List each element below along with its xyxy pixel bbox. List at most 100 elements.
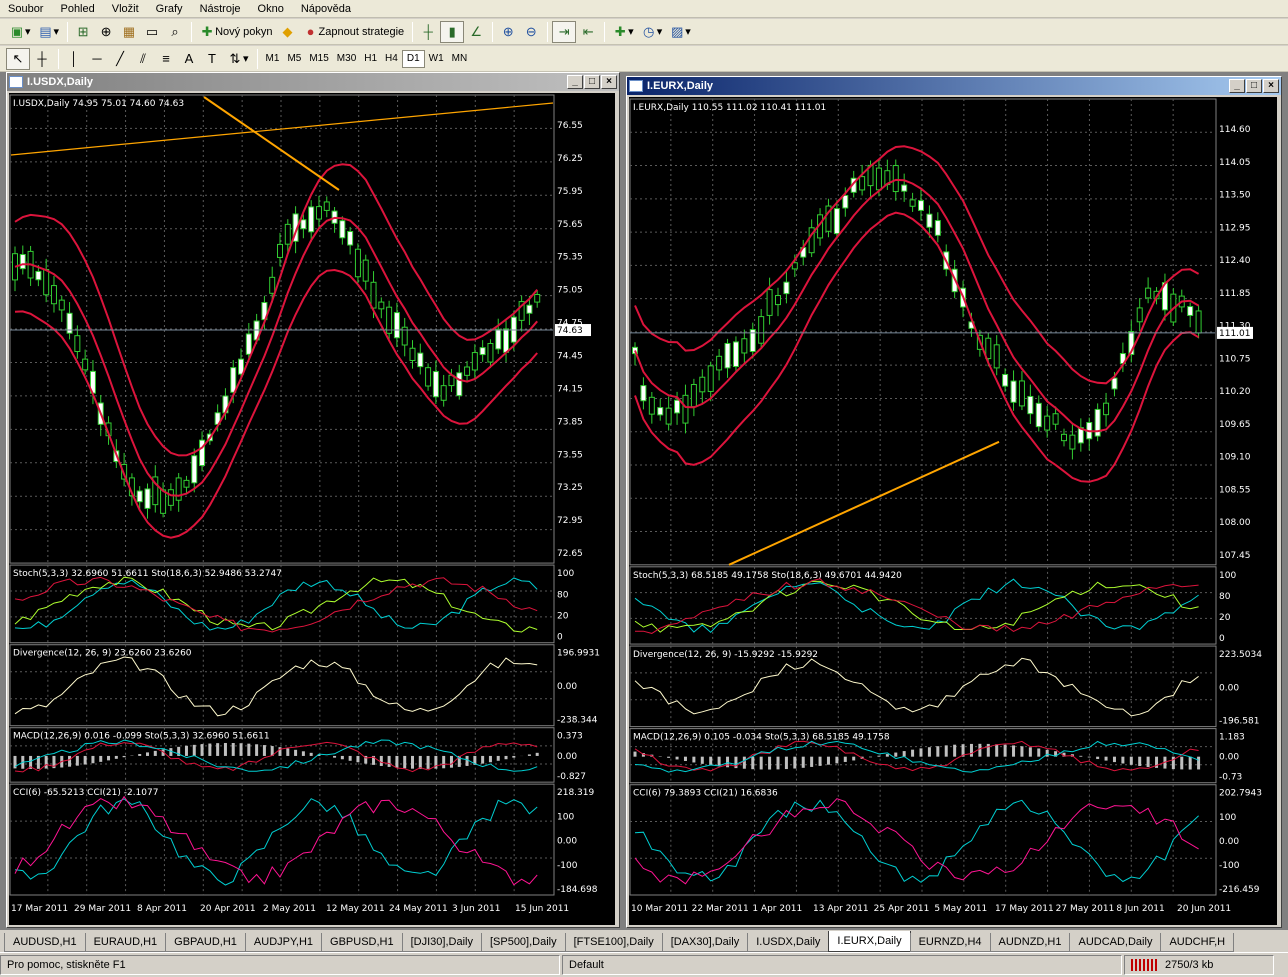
close-button[interactable]: × [601, 75, 617, 89]
chart-window-eurx[interactable]: I.EURX,Daily _ □ × I.EURX,Daily 110.55 1… [626, 76, 1282, 928]
menu-view[interactable]: Pohled [52, 3, 103, 15]
new-order-button[interactable]: ✚ Nový pokyn [196, 21, 275, 43]
candle-body [191, 455, 198, 484]
fibonacci-button[interactable]: ≡ [155, 48, 177, 70]
channel-button[interactable]: ⫽ [132, 48, 154, 70]
tf-m15[interactable]: M15 [305, 50, 332, 68]
data-window-button[interactable]: ⊕ [95, 21, 117, 43]
chart-tab[interactable]: EURNZD,H4 [909, 933, 991, 952]
tf-m5[interactable]: M5 [283, 50, 305, 68]
date-tick-label: 10 Mar 2011 [631, 904, 688, 914]
menu-insert[interactable]: Vložit [104, 3, 148, 15]
macd-histogram-bar [1028, 747, 1032, 757]
navigator-button[interactable]: ▦ [118, 21, 140, 43]
meta-editor-button[interactable]: ◆ [277, 21, 299, 43]
chart-tab[interactable]: AUDNZD,H1 [989, 933, 1071, 952]
profiles-icon: ▤ [39, 23, 52, 39]
profiles-button[interactable]: ▤ ▾ [35, 21, 63, 43]
chart-canvas[interactable]: I.EURX,Daily 110.55 111.02 110.41 111.01… [629, 97, 1277, 925]
cursor-button[interactable]: ↖ [6, 47, 30, 70]
tf-mn[interactable]: MN [448, 50, 472, 68]
candle-body [354, 248, 361, 278]
menu-charts[interactable]: Grafy [148, 3, 192, 15]
zoom-in-button[interactable]: ⊕ [497, 21, 519, 43]
window-titlebar[interactable]: I.USDX,Daily _ □ × [7, 73, 619, 91]
new-chart-button[interactable]: ▣ ▾ [6, 21, 34, 43]
tf-m1[interactable]: M1 [262, 50, 284, 68]
terminal-icon: ▭ [145, 23, 159, 39]
line-chart-button[interactable]: ∠ [465, 21, 487, 43]
templates-button[interactable]: ▨ ▾ [666, 21, 694, 43]
horizontal-line-icon: ─ [92, 50, 102, 66]
chart-window-usdx[interactable]: I.USDX,Daily _ □ × I.USDX,Daily 74.95 75… [6, 72, 620, 928]
terminal-button[interactable]: ▭ [141, 21, 163, 43]
candle-body [926, 213, 933, 228]
toolbar-separator [492, 21, 494, 42]
tf-w1[interactable]: W1 [425, 50, 448, 68]
autoscroll-button[interactable]: ⇥ [552, 20, 577, 43]
indicator-label: CCI(6) -65.5213 CCI(21) -2.1077 [13, 788, 158, 798]
minimize-button[interactable]: _ [567, 75, 583, 89]
tf-h1[interactable]: H1 [360, 50, 381, 68]
chart-tab[interactable]: I.USDX,Daily [747, 933, 830, 952]
candle-body [277, 243, 283, 258]
macd-histogram-bar [751, 756, 755, 770]
minimize-button[interactable]: _ [1229, 79, 1245, 93]
chart-tab[interactable]: GBPAUD,H1 [165, 933, 246, 952]
text-label-button[interactable]: T [201, 48, 223, 70]
tf-h4[interactable]: H4 [381, 50, 402, 68]
chart-tab[interactable]: AUDJPY,H1 [244, 933, 323, 952]
chart-tab[interactable]: [DAX30],Daily [661, 933, 749, 952]
macd-histogram-bar [810, 756, 814, 767]
macd-histogram-bar [512, 755, 516, 758]
chart-tab[interactable]: AUDCHF,H [1160, 933, 1235, 952]
menu-window[interactable]: Okno [250, 3, 293, 15]
indicator-tick-label: 80 [557, 590, 569, 600]
autotrading-button[interactable]: ● Zapnout strategie [300, 21, 408, 43]
date-tick-label: 13 Apr 2011 [813, 904, 869, 914]
chart-tab[interactable]: AUDUSD,H1 [4, 933, 86, 952]
tf-m30[interactable]: M30 [333, 50, 360, 68]
connection-bars-icon [1131, 959, 1159, 971]
tf-d1[interactable]: D1 [401, 49, 425, 68]
chart-header-label: I.EURX,Daily 110.55 111.02 110.41 111.01 [633, 103, 826, 113]
bar-chart-button[interactable]: ┼ [417, 21, 439, 43]
maximize-button[interactable]: □ [584, 75, 600, 89]
indicators-button[interactable]: ✚ ▾ [609, 21, 637, 43]
candlestick-button[interactable]: ▮ [440, 20, 465, 43]
maximize-button[interactable]: □ [1246, 79, 1262, 93]
chart-tab[interactable]: [FTSE100],Daily [564, 933, 663, 952]
chart-shift-button[interactable]: ⇤ [577, 21, 599, 43]
chart-tab[interactable]: [DJI30],Daily [401, 933, 482, 952]
price-tick-label: 109.10 [1219, 453, 1251, 463]
window-titlebar[interactable]: I.EURX,Daily _ □ × [627, 77, 1281, 95]
trendline-button[interactable]: ╱ [109, 48, 131, 70]
zoom-out-button[interactable]: ⊖ [520, 21, 542, 43]
chart-tab[interactable]: AUDCAD,Daily [1069, 933, 1162, 952]
text-button[interactable]: A [178, 48, 200, 70]
status-traffic: 2750/3 kb [1165, 959, 1214, 971]
menu-file[interactable]: Soubor [0, 3, 52, 15]
candle-body [183, 479, 190, 488]
periods-button[interactable]: ◷ ▾ [638, 21, 666, 43]
menu-help[interactable]: Nápověda [293, 3, 360, 15]
horizontal-line-button[interactable]: ─ [86, 48, 108, 70]
vertical-line-button[interactable]: │ [63, 48, 85, 70]
macd-histogram-bar [953, 744, 957, 757]
close-button[interactable]: × [1263, 79, 1279, 93]
menu-tools[interactable]: Nástroje [192, 3, 250, 15]
candle-body [175, 477, 182, 501]
macd-histogram-bar [184, 745, 188, 756]
candle-body [409, 347, 416, 361]
crosshair-button[interactable]: ┼ [31, 48, 53, 70]
chart-tab[interactable]: GBPUSD,H1 [321, 933, 403, 952]
chart-tab[interactable]: EURAUD,H1 [84, 933, 167, 952]
macd-histogram-bar [709, 756, 713, 766]
tester-button[interactable]: ⌕ [164, 21, 186, 43]
market-watch-button[interactable]: ⊞ [72, 21, 94, 43]
indicator-tick-label: 100 [1219, 571, 1236, 581]
chart-tab[interactable]: I.EURX,Daily [828, 931, 911, 952]
arrows-button[interactable]: ⇅ ▾ [224, 48, 252, 70]
chart-tab[interactable]: [SP500],Daily [480, 933, 566, 952]
chart-canvas[interactable]: I.USDX,Daily 74.95 75.01 74.60 74.63 76.5… [9, 93, 615, 925]
